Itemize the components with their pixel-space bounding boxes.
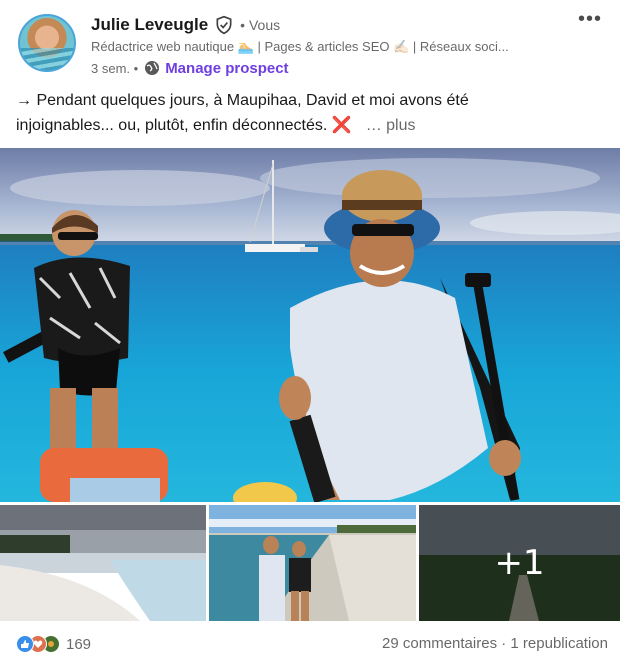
author-headline: Rédactrice web nautique 🏊 | Pages & arti… [91, 39, 509, 54]
author-name-row: Julie Leveugle • Vous [91, 14, 280, 36]
social-counts: 169 29 commentaires · 1 republication [0, 628, 620, 660]
post-time: 3 sem. • [91, 60, 139, 76]
stats-separator: · [497, 635, 511, 652]
connection-degree: • Vous [240, 17, 281, 33]
globe-icon [145, 61, 160, 75]
photo-thumbnail-beach[interactable] [0, 505, 206, 621]
post-meta: 3 sem. • Manage prospect [91, 58, 289, 78]
avatar-wave-pattern [20, 48, 74, 70]
photo-thumbnails: +1 [0, 505, 620, 621]
main-photo[interactable] [0, 148, 620, 502]
manage-prospect-link[interactable]: Manage prospect [165, 60, 288, 77]
see-more-link[interactable]: … plus [366, 117, 416, 134]
beach-photo-illustration [0, 505, 206, 621]
cross-emoji: ❌ [331, 117, 352, 134]
post-text-line2: injoignables... ou, plutôt, enfin déconn… [16, 113, 606, 138]
more-photos-overlay[interactable]: +1 [419, 505, 620, 621]
photo-thumbnail-more[interactable]: +1 [419, 505, 620, 621]
author-name[interactable]: Julie Leveugle [91, 15, 208, 35]
verified-shield-icon [216, 15, 232, 35]
more-photos-count: +1 [494, 543, 545, 583]
couple-photo-illustration [209, 505, 416, 621]
reactions-summary[interactable]: 169 [16, 633, 91, 655]
post-text-line1: → Pendant quelques jours, à Maupihaa, Da… [16, 92, 469, 109]
engagement-stats: 29 commentaires · 1 republication [382, 633, 608, 655]
author-avatar[interactable] [18, 14, 76, 72]
reposts-count-link[interactable]: 1 republication [510, 635, 608, 652]
post-body: → Pendant quelques jours, à Maupihaa, Da… [16, 88, 606, 138]
more-options-icon[interactable]: ••• [574, 9, 606, 34]
main-photo-illustration [0, 148, 620, 502]
post-text-line2-text: injoignables... ou, plutôt, enfin déconn… [16, 117, 332, 134]
reaction-count: 169 [66, 635, 92, 653]
comments-count-link[interactable]: 29 commentaires [382, 635, 497, 652]
photo-thumbnail-couple[interactable] [209, 505, 416, 621]
post-header: Julie Leveugle • Vous Rédactrice web nau… [0, 0, 620, 86]
like-reaction-icon [16, 635, 34, 653]
